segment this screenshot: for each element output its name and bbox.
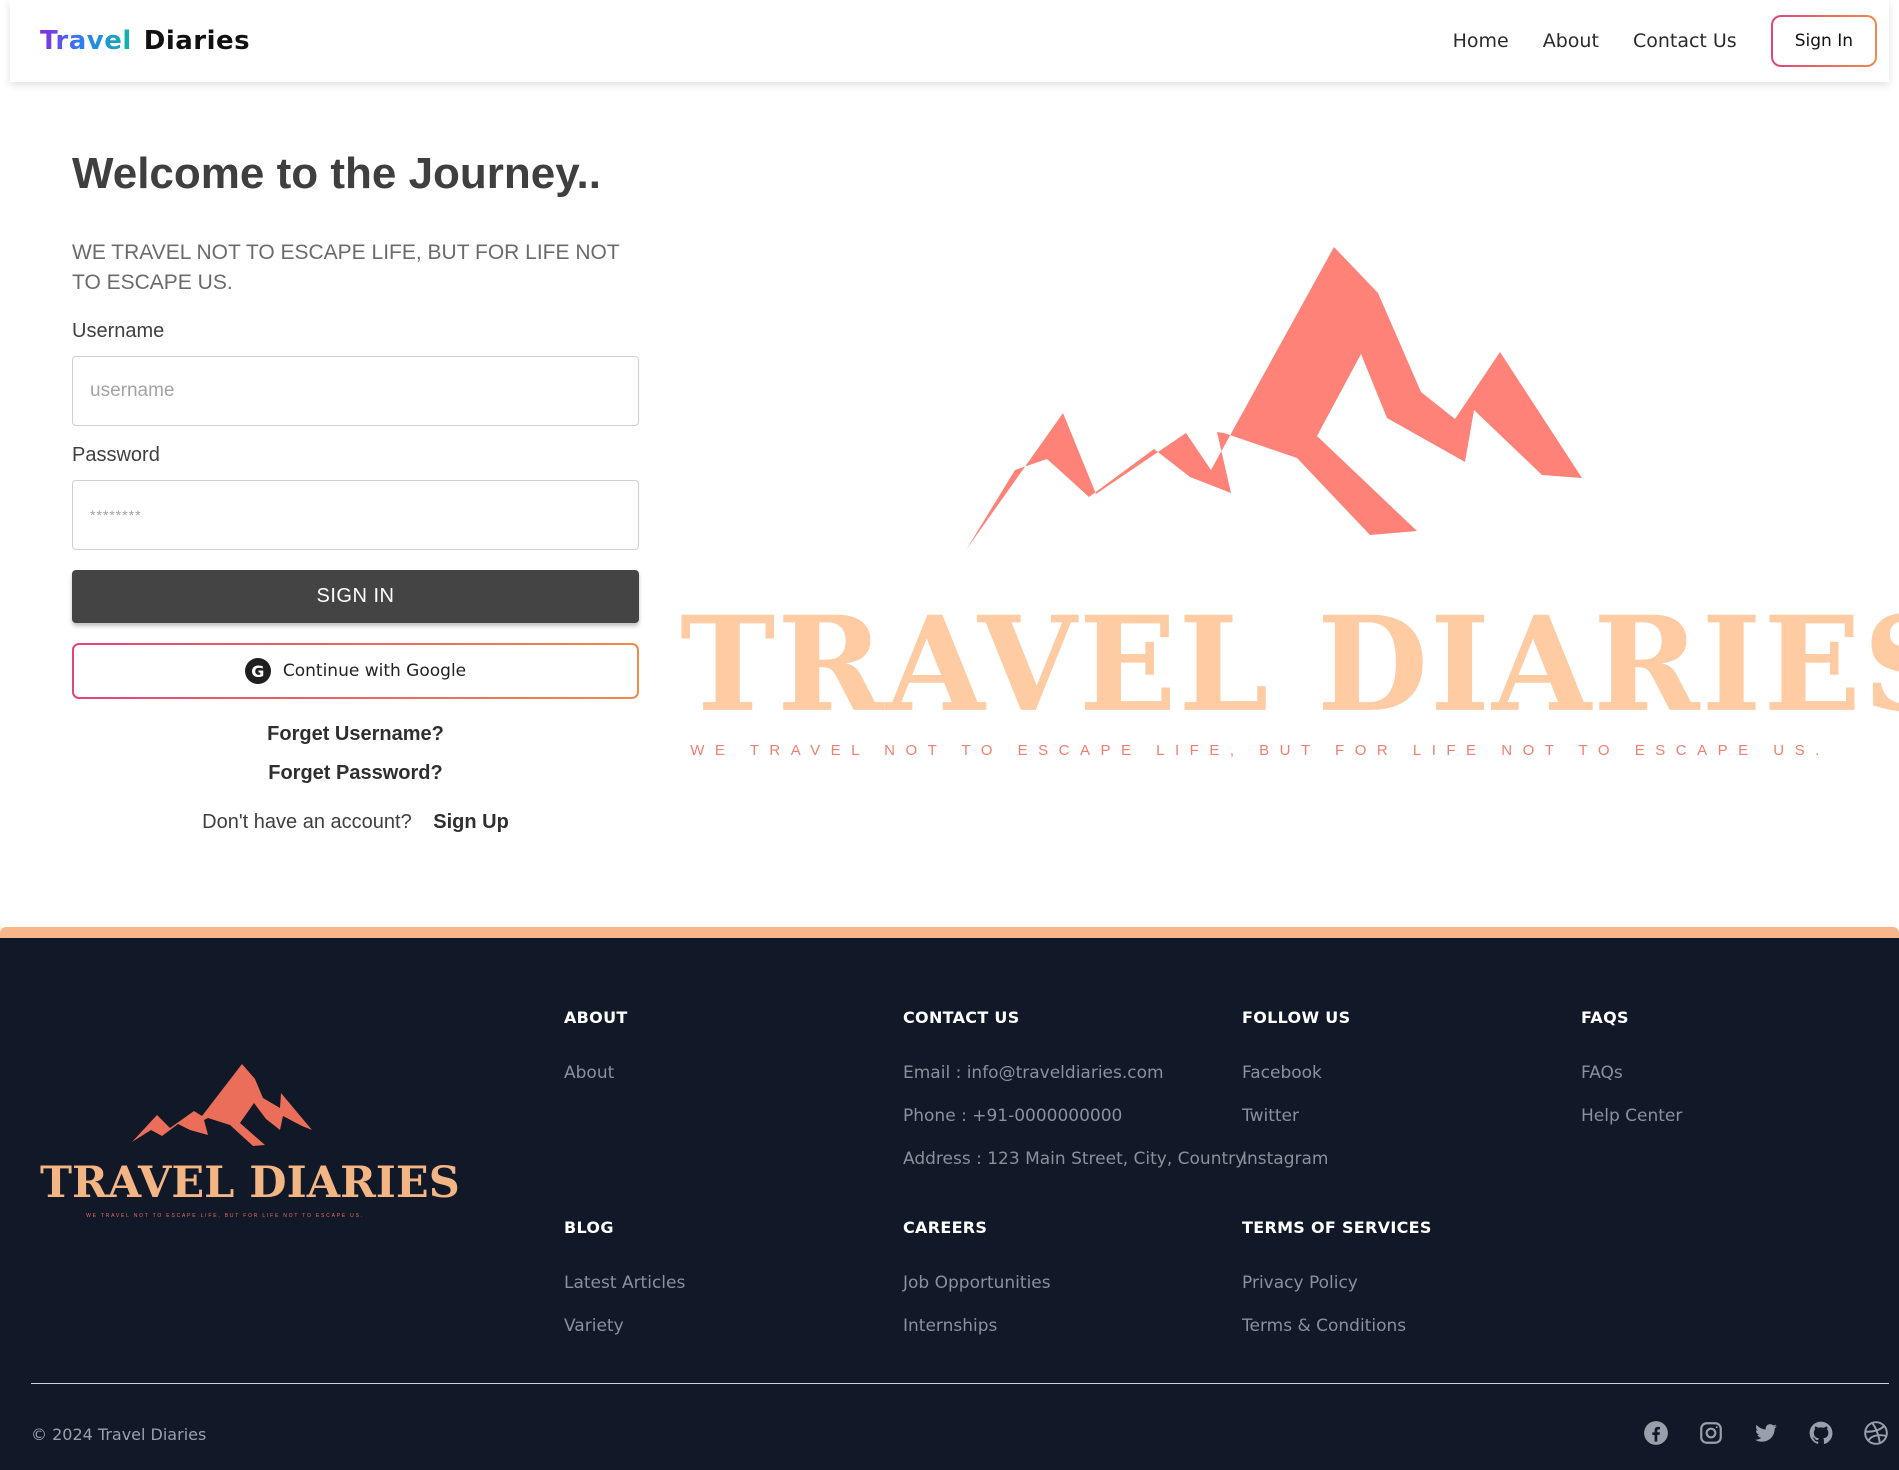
nav-signin-button[interactable]: Sign In	[1771, 15, 1877, 67]
footer-col-blog: BLOG Latest Articles Variety	[564, 1218, 884, 1359]
footer-heading-careers: CAREERS	[903, 1218, 988, 1237]
footer-link-instagram[interactable]: Instagram	[1242, 1149, 1562, 1169]
footer-col-about: ABOUT About	[564, 1008, 884, 1106]
username-input[interactable]	[72, 356, 639, 427]
username-label: Username	[72, 320, 165, 343]
hero-logo: TRAVEL DIARIES WE TRAVEL NOT TO ESCAPE L…	[680, 230, 1899, 790]
footer-contact-email[interactable]: Email : info@traveldiaries.com	[903, 1063, 1223, 1083]
footer-link-help-center[interactable]: Help Center	[1581, 1106, 1899, 1126]
hero-subtitle: WE TRAVEL NOT TO ESCAPE LIFE, BUT FOR LI…	[690, 742, 1830, 759]
footer: TRAVEL DIARIES WE TRAVEL NOT TO ESCAPE L…	[0, 927, 1899, 1470]
dribbble-icon[interactable]	[1862, 1419, 1889, 1446]
footer-link-facebook[interactable]: Facebook	[1242, 1063, 1562, 1083]
footer-logo-subtitle: WE TRAVEL NOT TO ESCAPE LIFE, BUT FOR LI…	[86, 1213, 364, 1219]
footer-col-faqs: FAQS FAQs Help Center	[1581, 1008, 1899, 1149]
footer-heading-faqs: FAQS	[1581, 1008, 1629, 1027]
footer-heading-terms: TERMS OF SERVICES	[1242, 1218, 1432, 1237]
footer-link-variety[interactable]: Variety	[564, 1316, 884, 1336]
footer-mountain-icon	[132, 1064, 312, 1146]
nav-link-contact[interactable]: Contact Us	[1633, 30, 1737, 52]
signup-link[interactable]: Sign Up	[433, 811, 509, 833]
footer-heading-about: ABOUT	[564, 1008, 628, 1027]
footer-col-terms: TERMS OF SERVICES Privacy Policy Terms &…	[1242, 1218, 1562, 1359]
hero-title: TRAVEL DIARIES	[680, 588, 1899, 742]
forgot-password-link[interactable]: Forget Password?	[72, 762, 639, 785]
footer-link-about[interactable]: About	[564, 1063, 884, 1083]
footer-heading-blog: BLOG	[564, 1218, 614, 1237]
page-title: Welcome to the Journey..	[72, 149, 601, 198]
footer-link-internships[interactable]: Internships	[903, 1316, 1223, 1336]
footer-heading-contact: CONTACT US	[903, 1008, 1020, 1027]
nav-link-about[interactable]: About	[1543, 30, 1599, 52]
footer-link-terms[interactable]: Terms & Conditions	[1242, 1316, 1562, 1336]
mountain-logo-icon	[966, 247, 1582, 550]
footer-logo: TRAVEL DIARIES WE TRAVEL NOT TO ESCAPE L…	[40, 1058, 460, 1219]
footer-link-latest-articles[interactable]: Latest Articles	[564, 1273, 884, 1293]
footer-logo-title: TRAVEL DIARIES	[40, 1158, 460, 1208]
footer-link-faqs[interactable]: FAQs	[1581, 1063, 1899, 1083]
instagram-icon[interactable]	[1697, 1419, 1724, 1446]
google-signin-button[interactable]: G Continue with Google	[72, 643, 639, 699]
login-form: Welcome to the Journey.. WE TRAVEL NOT T…	[72, 149, 639, 834]
signin-submit-button[interactable]: SIGN IN	[72, 570, 639, 624]
twitter-icon[interactable]	[1752, 1419, 1779, 1446]
google-button-label: Continue with Google	[282, 661, 467, 682]
copyright: © 2024 Travel Diaries	[31, 1425, 207, 1444]
brand-logo[interactable]: Travel Diaries	[40, 26, 250, 56]
footer-contact-address: Address : 123 Main Street, City, Country…	[903, 1149, 1249, 1169]
footer-col-follow: FOLLOW US Facebook Twitter Instagram	[1242, 1008, 1562, 1192]
nav-link-home[interactable]: Home	[1453, 30, 1509, 52]
nav-links: Home About Contact Us Sign In	[1453, 15, 1877, 67]
password-label: Password	[72, 444, 160, 467]
signup-row: Don't have an account? Sign Up	[72, 811, 639, 834]
footer-divider	[31, 1383, 1889, 1384]
footer-link-privacy[interactable]: Privacy Policy	[1242, 1273, 1562, 1293]
password-input[interactable]	[72, 480, 639, 551]
brand-diaries-text: Diaries	[143, 26, 251, 56]
google-icon: G	[244, 658, 271, 685]
footer-col-careers: CAREERS Job Opportunities Internships	[903, 1218, 1223, 1359]
footer-link-twitter[interactable]: Twitter	[1242, 1106, 1562, 1126]
navbar: Travel Diaries Home About Contact Us Sig…	[10, 0, 1889, 82]
forgot-username-link[interactable]: Forget Username?	[72, 723, 639, 746]
brand-travel-text: Travel	[40, 26, 132, 56]
login-tagline: WE TRAVEL NOT TO ESCAPE LIFE, BUT FOR LI…	[72, 241, 620, 295]
footer-heading-follow: FOLLOW US	[1242, 1008, 1351, 1027]
facebook-icon[interactable]	[1642, 1419, 1669, 1446]
github-icon[interactable]	[1807, 1419, 1834, 1446]
footer-contact-phone[interactable]: Phone : +91-0000000000	[903, 1106, 1223, 1126]
social-links	[1642, 1419, 1889, 1446]
footer-link-jobs[interactable]: Job Opportunities	[903, 1273, 1223, 1293]
footer-col-contact: CONTACT US Email : info@traveldiaries.co…	[903, 1008, 1249, 1192]
no-account-text: Don't have an account?	[202, 811, 412, 834]
